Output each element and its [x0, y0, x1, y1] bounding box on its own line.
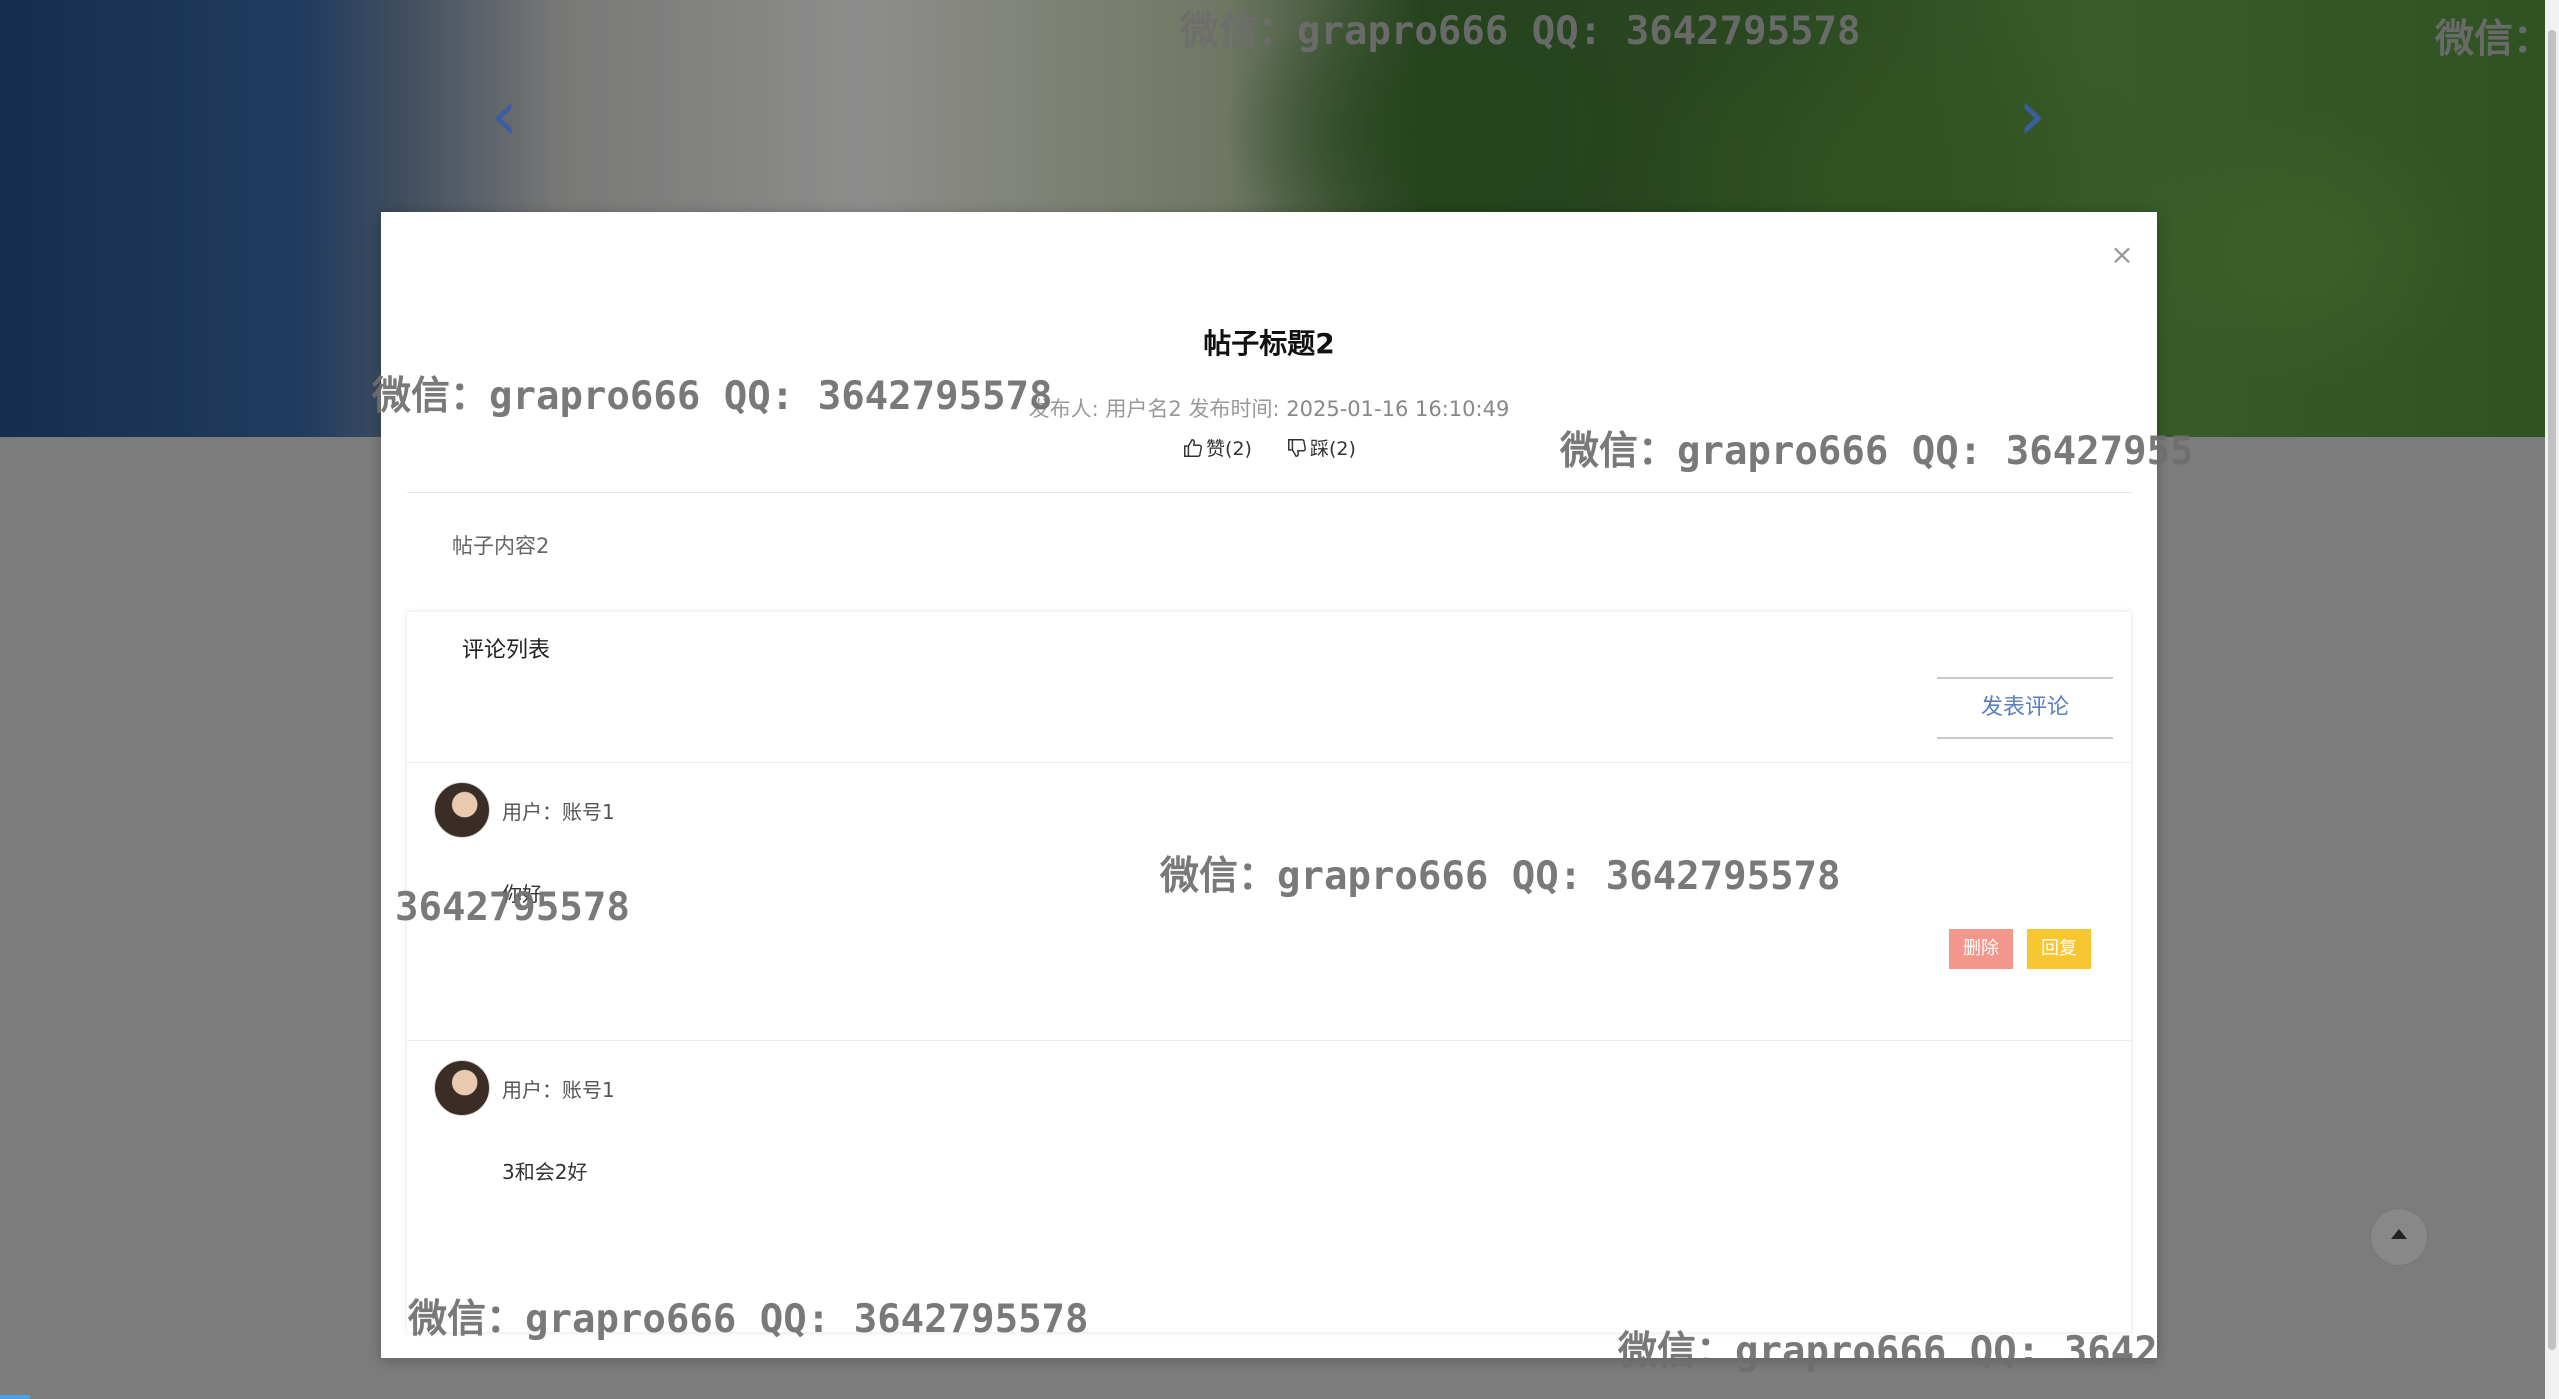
- page-scrollbar[interactable]: [2545, 0, 2559, 1399]
- post-time: 2025-01-16 16:10:49: [1286, 397, 1510, 421]
- add-comment-button[interactable]: 发表评论: [1937, 677, 2113, 739]
- divider: [407, 492, 2131, 493]
- comment-user: 用户：账号1: [502, 1078, 615, 1102]
- avatar: [434, 1060, 490, 1116]
- like-button[interactable]: 赞(2): [1182, 434, 1252, 461]
- post-title: 帖子标题2: [1203, 327, 1335, 360]
- comment-text: 你好: [502, 882, 542, 906]
- dislike-count: 踩(2): [1310, 438, 1356, 460]
- reply-button[interactable]: 回复: [2027, 929, 2091, 969]
- vote-bar: 赞(2) 踩(2): [381, 434, 2157, 464]
- like-count: 赞(2): [1206, 438, 1252, 460]
- comments-panel: 评论列表 发表评论 用户：账号1 你好 删除 回复 用户：账号1 3和会2好: [407, 612, 2131, 1332]
- back-to-top-button[interactable]: [2370, 1208, 2428, 1266]
- avatar: [434, 782, 490, 838]
- post-meta: 发布人: 用户名2 发布时间: 2025-01-16 16:10:49: [381, 393, 2157, 423]
- comment-text: 3和会2好: [502, 1160, 588, 1184]
- comment-item: 用户：账号1 你好 删除 回复: [407, 762, 2131, 985]
- progress-indicator: [0, 1395, 30, 1399]
- delete-button[interactable]: 删除: [1949, 929, 2013, 969]
- thumbs-up-icon: [1184, 438, 1203, 457]
- comment-item: 用户：账号1 3和会2好: [407, 1040, 2131, 1263]
- comments-title: 评论列表: [462, 638, 551, 663]
- comment-actions: 删除 回复: [1949, 929, 2091, 969]
- carousel-next-icon[interactable]: ›: [2012, 80, 2052, 150]
- author-label: 发布人:: [1028, 397, 1099, 421]
- close-icon[interactable]: ×: [2107, 240, 2137, 270]
- time-label: 发布时间:: [1188, 397, 1280, 421]
- thumbs-down-icon: [1288, 438, 1306, 457]
- post-content: 帖子内容2: [452, 534, 550, 558]
- comment-user: 用户：账号1: [502, 800, 615, 824]
- scrollbar-thumb[interactable]: [2548, 30, 2556, 1350]
- post-detail-dialog: × 帖子标题2 发布人: 用户名2 发布时间: 2025-01-16 16:10…: [381, 212, 2157, 1358]
- author-name: 用户名2: [1105, 397, 1182, 421]
- carousel-prev-icon[interactable]: ‹: [484, 80, 524, 150]
- dislike-button[interactable]: 踩(2): [1286, 434, 1356, 461]
